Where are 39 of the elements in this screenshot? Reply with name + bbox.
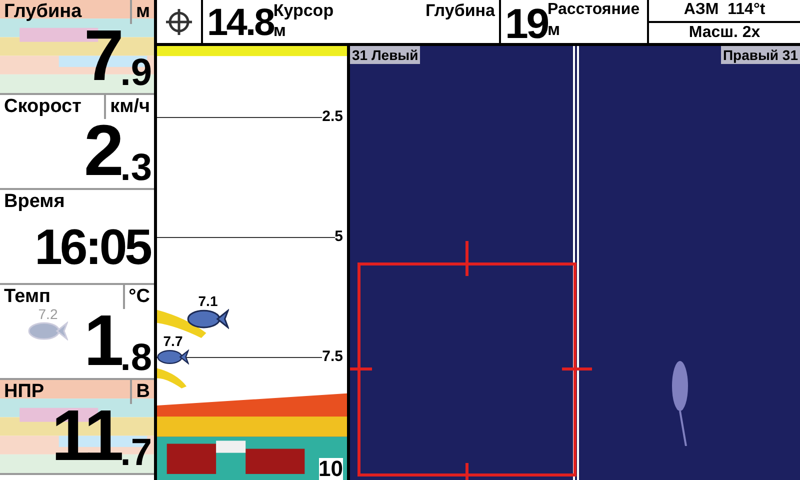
readout-label: Скорост	[4, 95, 82, 119]
readout-unit: м	[130, 0, 150, 24]
readout-value: 1	[84, 304, 120, 377]
readout-decimal: .7	[120, 434, 152, 472]
fish-depth: 7.2	[38, 307, 58, 321]
readout-label: Время	[4, 190, 65, 214]
distance-value: 19	[505, 3, 548, 45]
cursor-unit: м	[273, 22, 287, 39]
fish-icon	[187, 308, 229, 330]
readout-value: 11	[51, 400, 120, 472]
readout-value: 16:05	[34, 222, 150, 272]
fish-depth: 7.1	[198, 294, 218, 308]
zoom-readout: Масш. 2x	[688, 24, 760, 41]
heading-readout: АЗМ 114°t	[684, 2, 766, 18]
readout-decimal: .9	[120, 54, 152, 92]
depth-label: Глубина	[426, 2, 495, 19]
crosshair-icon	[164, 6, 194, 36]
readout-decimal: .8	[120, 338, 152, 377]
readout-label: Глубина	[4, 0, 82, 24]
depth-scale-label: 7.5	[322, 347, 344, 367]
fish-icon	[157, 348, 189, 366]
cursor-label: Курсор	[273, 2, 334, 19]
fish-icon	[28, 321, 68, 341]
fish-depth: 7.7	[163, 334, 183, 348]
readout-unit: В	[130, 380, 150, 404]
distance-unit: м	[548, 21, 562, 38]
readout-unit: км/ч	[104, 95, 150, 119]
channel-label: Правый 31	[720, 46, 800, 64]
cursor-depth-value: 14.8	[207, 4, 274, 42]
depth-scale-label: 5	[334, 227, 344, 247]
readout-decimal: .3	[120, 148, 152, 187]
depth-scale-label: 2.5	[322, 107, 344, 127]
readout-value: 7	[84, 20, 120, 92]
channel-label: 31 Левый	[350, 46, 420, 64]
distance-label: Расстояние	[548, 2, 640, 18]
depth-scale-label: 10	[318, 458, 343, 480]
readout-unit: °C	[122, 285, 150, 309]
readout-label: НПР	[4, 380, 44, 404]
readout-label: Темп	[4, 285, 51, 309]
